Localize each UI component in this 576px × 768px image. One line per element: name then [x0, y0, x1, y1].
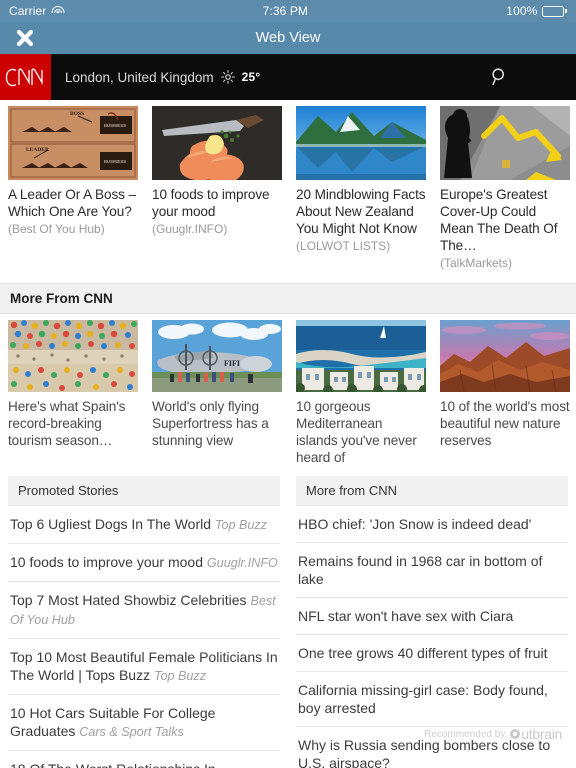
list-item[interactable]: Top 7 Most Hated Showbiz Celebrities Bes…: [8, 581, 280, 638]
list-item[interactable]: California missing-girl case: Body found…: [296, 671, 568, 726]
list-item-source: Top Buzz: [153, 669, 207, 683]
promoted-card[interactable]: 10 foods to improve your mood (Guuglr.IN…: [144, 106, 288, 271]
list-item-title: Top 6 Ugliest Dogs In The World: [10, 516, 212, 532]
list-item-title: Top 10 Most Beautiful Female Politicians…: [10, 649, 278, 683]
status-bar-left: Carrier: [9, 4, 65, 18]
promoted-card-title: Europe's Greatest Cover-Up Could Mean Th…: [440, 187, 558, 253]
list-item[interactable]: HBO chief: 'Jon Snow is indeed dead': [296, 505, 568, 542]
status-bar-right: 100%: [506, 4, 567, 18]
more-from-cnn-heading: More From CNN: [0, 283, 576, 314]
svg-text:BUSINESS: BUSINESS: [104, 123, 126, 128]
list-item-title: California missing-girl case: Body found…: [298, 682, 548, 716]
outbrain-attribution[interactable]: Recommended by utbrain: [424, 726, 562, 742]
list-item[interactable]: Top 10 Most Beautiful Female Politicians…: [8, 638, 280, 694]
status-bar-clock: 7:36 PM: [262, 4, 309, 18]
market-crash-arrow-graphic-image: [440, 106, 570, 180]
cnn-site-header: London, United Kingdom 25°: [0, 54, 576, 100]
location-label: London, United Kingdom: [65, 69, 214, 85]
b29-superfortress-photo-image: FIFI: [152, 320, 282, 392]
more-from-cnn-column: More from CNN HBO chief: 'Jon Snow is in…: [288, 476, 576, 768]
list-item-title: NFL star won't have sex with Ciara: [298, 608, 514, 624]
promoted-card-row: BOSS LEADER BUSINESS BUSINESS A Leader O…: [0, 100, 576, 271]
more-from-cnn-card-row: Here's what Spain's record-breaking tour…: [0, 314, 576, 466]
list-item[interactable]: 18 Of The Worst Relationships In Hollywo…: [8, 750, 280, 768]
promoted-card-title: 20 Mindblowing Facts About New Zealand Y…: [296, 187, 426, 236]
promoted-card-title: A Leader Or A Boss – Which One Are You?: [8, 187, 136, 219]
outbrain-logo: utbrain: [510, 726, 562, 742]
crowded-beach-photo-image: [8, 320, 138, 392]
sun-icon: [220, 70, 235, 84]
search-icon[interactable]: [489, 66, 511, 88]
webview-title: Web View: [255, 30, 321, 46]
battery-icon: [542, 5, 567, 17]
page-content: BOSS LEADER BUSINESS BUSINESS A Leader O…: [0, 100, 576, 768]
hamburger-menu-icon[interactable]: [535, 66, 556, 88]
cnn-logo[interactable]: [0, 54, 51, 100]
cnn-card-title: World's only flying Superfortress has a …: [152, 399, 269, 448]
outbrain-wordmark: utbrain: [521, 726, 562, 742]
cnn-card[interactable]: 10 gorgeous Mediterranean islands you've…: [288, 320, 432, 466]
wifi-icon: [51, 6, 65, 16]
mediterranean-coast-photo-image: [296, 320, 426, 392]
promoted-card[interactable]: 20 Mindblowing Facts About New Zealand Y…: [288, 106, 432, 271]
list-item-title: HBO chief: 'Jon Snow is indeed dead': [298, 516, 532, 532]
two-column-lists: Promoted Stories Top 6 Ugliest Dogs In T…: [0, 476, 576, 768]
svg-text:BUSINESS: BUSINESS: [104, 159, 126, 164]
promoted-stories-heading: Promoted Stories: [8, 476, 280, 505]
cnn-card[interactable]: FIFI World's only flying Superfortress h…: [144, 320, 288, 466]
list-item[interactable]: One tree grows 40 different types of fru…: [296, 634, 568, 671]
webview-nav-bar: Web View: [0, 22, 576, 54]
ios-status-bar: Carrier 7:36 PM 100%: [0, 0, 576, 22]
list-item-source: Top Buzz: [214, 518, 267, 532]
recommended-by-label: Recommended by: [424, 728, 506, 740]
list-item-title: One tree grows 40 different types of fru…: [298, 645, 548, 661]
leader-vs-boss-diagram-image: BOSS LEADER BUSINESS BUSINESS: [8, 106, 138, 180]
promoted-card-title: 10 foods to improve your mood: [152, 187, 270, 219]
header-actions: [489, 54, 576, 100]
more-from-cnn-column-heading: More from CNN: [296, 476, 568, 505]
promoted-card[interactable]: BOSS LEADER BUSINESS BUSINESS A Leader O…: [0, 106, 144, 271]
new-zealand-lake-photo-image: [296, 106, 426, 180]
svg-text:BOSS: BOSS: [70, 111, 84, 117]
location-weather[interactable]: London, United Kingdom 25°: [51, 54, 489, 100]
svg-text:LEADER: LEADER: [26, 147, 50, 153]
list-item[interactable]: NFL star won't have sex with Ciara: [296, 597, 568, 634]
cnn-card-title: 10 gorgeous Mediterranean islands you've…: [296, 399, 417, 465]
app-screen: Carrier 7:36 PM 100% Web View London, Un…: [0, 0, 576, 768]
list-item-title: 10 foods to improve your mood: [10, 554, 203, 570]
list-item-source: Guuglr.INFO: [206, 556, 278, 570]
carrier-label: Carrier: [9, 4, 47, 18]
svg-text:FIFI: FIFI: [224, 359, 240, 368]
promoted-card[interactable]: Europe's Greatest Cover-Up Could Mean Th…: [432, 106, 576, 271]
promoted-card-source: (LOLWOT LISTS): [296, 239, 391, 253]
promoted-stories-column: Promoted Stories Top 6 Ugliest Dogs In T…: [0, 476, 288, 768]
salmon-plate-photo-image: [152, 106, 282, 180]
cnn-card-title: 10 of the world's most beautiful new nat…: [440, 399, 570, 448]
temperature-label: 25°: [241, 70, 261, 84]
list-item-title: Top 7 Most Hated Showbiz Celebrities: [10, 592, 247, 608]
cnn-card[interactable]: Here's what Spain's record-breaking tour…: [0, 320, 144, 466]
cnn-card[interactable]: 10 of the world's most beautiful new nat…: [432, 320, 576, 466]
cnn-card-title: Here's what Spain's record-breaking tour…: [8, 399, 126, 448]
list-item[interactable]: Remains found in 1968 car in bottom of l…: [296, 542, 568, 597]
promoted-card-source: (Best Of You Hub): [8, 222, 105, 236]
list-item[interactable]: 10 Hot Cars Suitable For College Graduat…: [8, 694, 280, 750]
outbrain-dot-icon: [510, 729, 521, 739]
promoted-card-source: (TalkMarkets): [440, 256, 513, 270]
list-item[interactable]: 10 foods to improve your mood Guuglr.INF…: [8, 543, 280, 581]
red-rock-canyon-photo-image: [440, 320, 570, 392]
list-item-title: 18 Of The Worst Relationships In Hollywo…: [10, 761, 216, 768]
list-item[interactable]: Top 6 Ugliest Dogs In The World Top Buzz: [8, 505, 280, 543]
list-item-title: Remains found in 1968 car in bottom of l…: [298, 553, 543, 587]
list-item-source: Cars & Sport Talks: [79, 725, 184, 739]
close-icon[interactable]: [14, 27, 36, 49]
battery-percent-label: 100%: [506, 4, 538, 18]
promoted-card-source: (Guuglr.INFO): [152, 222, 228, 236]
